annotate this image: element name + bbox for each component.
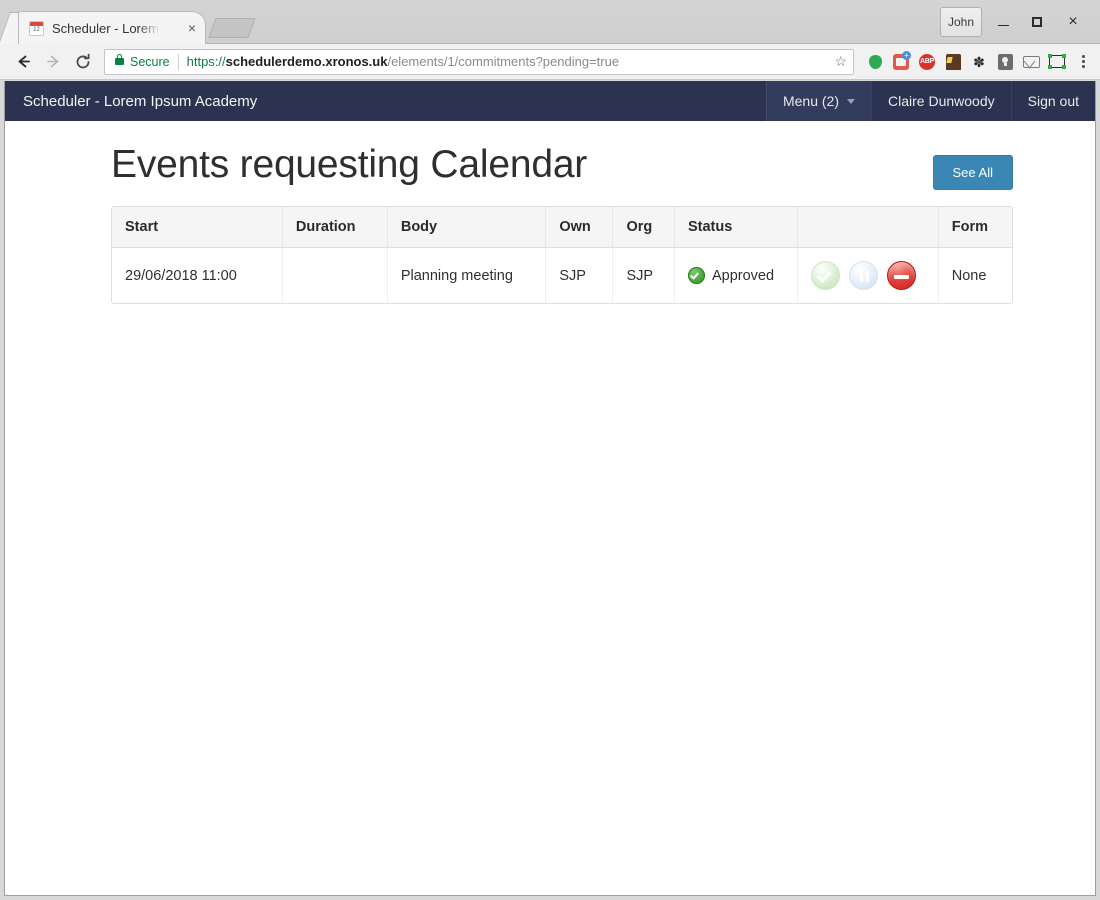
page-content: Events requesting Calendar See All Start… xyxy=(5,121,1095,304)
column-header-start: Start xyxy=(112,207,283,248)
window-close-button[interactable]: × xyxy=(1062,12,1084,32)
lightbulb-icon[interactable] xyxy=(992,49,1018,75)
cell-status: Approved xyxy=(674,247,798,303)
url-path: /elements/1/commitments?pending=true xyxy=(387,54,620,69)
table-head: Start Duration Body Own Org Status Form xyxy=(112,207,1012,248)
status-label: Approved xyxy=(711,267,775,284)
profile-button[interactable]: John xyxy=(940,7,982,37)
row-action-buttons xyxy=(810,261,925,290)
page-title: Events requesting Calendar xyxy=(111,143,588,186)
mail-icon[interactable] xyxy=(1018,49,1044,75)
cell-body: Planning meeting xyxy=(387,247,547,303)
app-brand[interactable]: Scheduler - Lorem Ipsum Academy xyxy=(5,81,273,121)
approve-button[interactable] xyxy=(810,261,840,290)
cell-own: SJP xyxy=(545,247,614,303)
cell-start: 29/06/2018 11:00 xyxy=(112,247,283,303)
see-all-button[interactable]: See All xyxy=(932,155,1013,190)
cell-org: SJP xyxy=(612,247,675,303)
app-navbar: Scheduler - Lorem Ipsum Academy Menu (2)… xyxy=(5,81,1095,121)
lock-icon xyxy=(115,54,124,65)
footprint-icon[interactable]: ✽ xyxy=(966,49,992,75)
tab-title: Scheduler - Lorem I xyxy=(52,20,160,36)
nav-menu-label: Menu (2) xyxy=(782,93,840,109)
commitments-table: Start Duration Body Own Org Status Form xyxy=(112,207,1012,303)
table-row: 29/06/2018 11:00 Planning meeting SJP SJ… xyxy=(112,247,1012,303)
chevron-down-icon xyxy=(847,98,856,104)
nav-signout[interactable]: Sign out xyxy=(1010,81,1095,121)
green-check-icon xyxy=(687,267,705,284)
pocket-icon[interactable] xyxy=(888,49,914,75)
column-header-own: Own xyxy=(545,207,614,248)
url-text: https://schedulerdemo.xronos.uk/elements… xyxy=(187,54,829,69)
hold-button[interactable] xyxy=(848,261,878,290)
adblock-plus-icon[interactable]: ABP xyxy=(914,49,940,75)
chrome-menu-button[interactable] xyxy=(1070,49,1096,75)
reload-icon xyxy=(76,53,90,68)
reload-button[interactable] xyxy=(68,47,98,77)
column-header-actions xyxy=(797,207,939,248)
close-icon: × xyxy=(1068,13,1078,30)
column-header-org: Org xyxy=(612,207,675,248)
status-badge: Approved xyxy=(687,267,784,284)
adblock-plus-label: ABP xyxy=(919,53,935,70)
table-header-row: Start Duration Body Own Org Status Form xyxy=(112,207,1012,248)
extension-tray: ABP ✽ xyxy=(862,49,1096,75)
navbar-spacer xyxy=(273,81,766,121)
maximize-icon xyxy=(1032,17,1042,27)
commitments-table-wrapper: Start Duration Body Own Org Status Form xyxy=(111,206,1013,304)
nav-user-label: Claire Dunwoody xyxy=(888,93,995,109)
arrow-left-icon xyxy=(18,55,30,68)
browser-tab[interactable]: 12 Scheduler - Lorem I × xyxy=(18,11,206,44)
browser-toolbar: Secure https://schedulerdemo.xronos.uk/e… xyxy=(0,44,1100,80)
table-body: 29/06/2018 11:00 Planning meeting SJP SJ… xyxy=(112,247,1012,303)
arrow-right-icon xyxy=(46,55,58,68)
nav-menu-dropdown[interactable]: Menu (2) xyxy=(765,81,872,121)
column-header-body: Body xyxy=(387,207,547,248)
back-button[interactable] xyxy=(8,47,38,77)
url-host: schedulerdemo.xronos.uk xyxy=(225,54,388,69)
address-bar[interactable]: Secure https://schedulerdemo.xronos.uk/e… xyxy=(104,48,854,75)
page-header: Events requesting Calendar See All xyxy=(5,121,1095,190)
cell-actions xyxy=(797,247,939,303)
green-dot-icon[interactable] xyxy=(862,49,888,75)
minimize-icon xyxy=(997,25,1009,26)
house-icon[interactable] xyxy=(940,49,966,75)
nav-signout-label: Sign out xyxy=(1027,93,1079,109)
column-header-duration: Duration xyxy=(282,207,388,248)
cell-duration xyxy=(282,247,388,303)
favicon-number: 12 xyxy=(33,26,40,33)
tab-close-icon[interactable]: × xyxy=(188,21,196,35)
column-header-status: Status xyxy=(674,207,798,248)
cell-form: None xyxy=(938,247,1012,303)
browser-titlebar: 12 Scheduler - Lorem I × John × xyxy=(0,0,1100,45)
url-scheme: https:// xyxy=(186,54,226,69)
window-maximize-button[interactable] xyxy=(1026,12,1048,32)
calendar-favicon: 12 xyxy=(29,20,44,36)
browser-window: 12 Scheduler - Lorem I × John × Secure h… xyxy=(0,0,1100,900)
column-header-form: Form xyxy=(938,207,1012,248)
screenshot-frame-icon[interactable] xyxy=(1044,49,1070,75)
security-label: Secure xyxy=(130,54,170,69)
page-viewport: Scheduler - Lorem Ipsum Academy Menu (2)… xyxy=(4,81,1096,896)
deny-button[interactable] xyxy=(886,261,916,290)
bookmark-star-icon[interactable]: ☆ xyxy=(834,53,847,70)
new-tab-button[interactable] xyxy=(208,18,256,38)
window-minimize-button[interactable] xyxy=(992,12,1014,32)
forward-button[interactable] xyxy=(38,47,68,77)
omnibox-divider xyxy=(177,53,179,70)
nav-user[interactable]: Claire Dunwoody xyxy=(871,81,1011,121)
